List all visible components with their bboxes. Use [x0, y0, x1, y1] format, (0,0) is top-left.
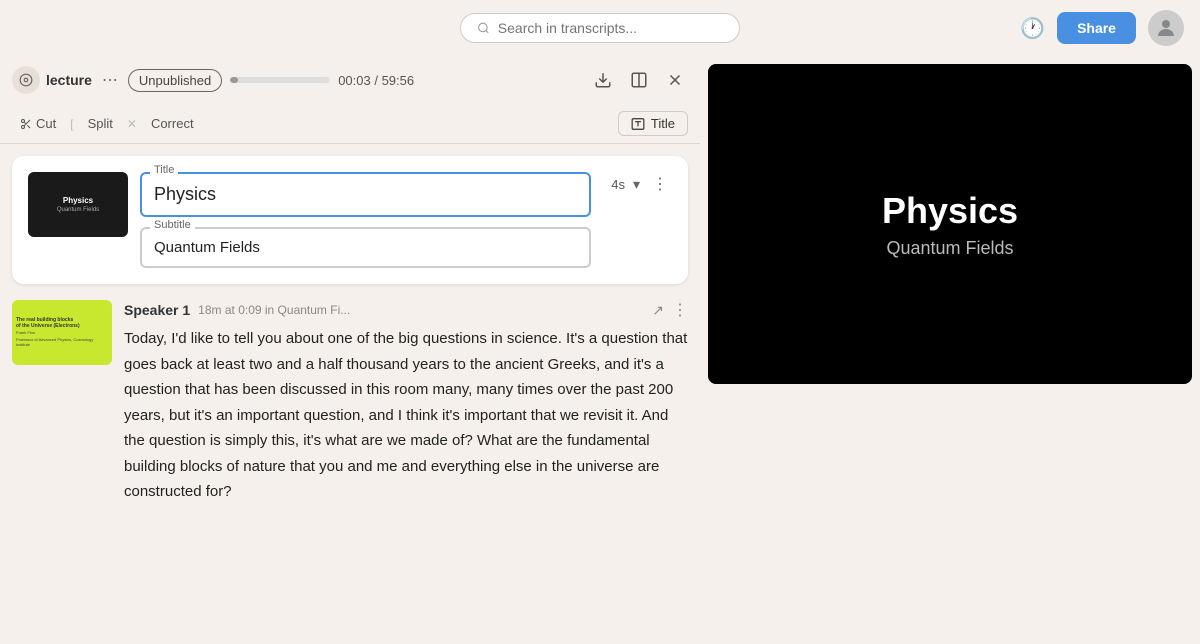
title-field-label: Title: [150, 164, 178, 176]
cut-button[interactable]: Cut: [12, 112, 64, 135]
toolbar: lecture ⋯ Unpublished 00:03 / 59:56: [0, 56, 700, 104]
close-icon: [666, 71, 684, 89]
download-button[interactable]: [590, 67, 616, 93]
speaker-meta: 18m at 0:09 in Quantum Fi...: [198, 303, 644, 317]
progress-fill: [230, 77, 238, 83]
cut-icon: [20, 118, 32, 130]
edit-toolbar: Cut [ Split ✕ Correct Title: [0, 104, 700, 144]
title-more-button[interactable]: ⋮: [648, 172, 672, 196]
title-button[interactable]: Title: [618, 111, 688, 136]
progress-bar[interactable]: [230, 77, 330, 83]
speaker-thumb-text3: Frank Finn: [16, 331, 108, 336]
duration-badge: 4s: [611, 177, 625, 192]
slide-thumbnail: Physics Quantum Fields: [28, 172, 128, 237]
preview-title: Physics: [882, 190, 1018, 232]
time-display: 00:03 / 59:56: [338, 73, 414, 88]
speaker-name: Speaker 1: [124, 302, 190, 318]
speaker-segment: The real building blocks of the Universe…: [12, 296, 688, 509]
top-bar-center: [405, 13, 794, 43]
layout-icon: [630, 71, 648, 89]
speaker-header: Speaker 1 18m at 0:09 in Quantum Fi... ↗…: [124, 300, 688, 320]
title-card: Physics Quantum Fields Title Subtitle 4s: [12, 156, 688, 284]
preview-container: Physics Quantum Fields: [708, 64, 1192, 384]
search-input[interactable]: [498, 20, 723, 36]
lecture-label: lecture: [46, 72, 92, 88]
title-fields: Title Subtitle: [140, 172, 591, 268]
subtitle-field-group: Subtitle: [140, 227, 591, 268]
share-button[interactable]: Share: [1057, 12, 1136, 44]
disc-icon: [19, 73, 33, 87]
title-meta: 4s ▾ ⋮: [611, 172, 672, 196]
close-button[interactable]: [662, 67, 688, 93]
subtitle-field-label: Subtitle: [150, 219, 195, 231]
duration-chevron[interactable]: ▾: [633, 176, 640, 193]
speaker-thumb-content: The real building blocks of the Universe…: [12, 313, 112, 351]
layout-button[interactable]: [626, 67, 652, 93]
speaker-content: Speaker 1 18m at 0:09 in Quantum Fi... ↗…: [124, 300, 688, 505]
speaker-thumbnail: The real building blocks of the Universe…: [12, 300, 112, 365]
separator-2: ✕: [125, 117, 139, 131]
main-content: lecture ⋯ Unpublished 00:03 / 59:56: [0, 56, 1200, 644]
title-input[interactable]: [140, 172, 591, 217]
subtitle-input[interactable]: [140, 227, 591, 268]
title-icon: [631, 117, 645, 131]
top-bar-right: 🕐 Share: [795, 10, 1184, 46]
status-badge[interactable]: Unpublished: [128, 69, 222, 92]
search-box[interactable]: [460, 13, 740, 43]
toolbar-left: lecture ⋯ Unpublished: [12, 66, 222, 94]
split-button[interactable]: Split: [80, 112, 121, 135]
download-icon: [594, 71, 612, 89]
left-panel: lecture ⋯ Unpublished 00:03 / 59:56: [0, 56, 700, 644]
speaker-more-button[interactable]: ⋮: [672, 300, 688, 320]
correct-button[interactable]: Correct: [143, 112, 202, 135]
preview-subtitle: Quantum Fields: [886, 238, 1013, 259]
avatar[interactable]: [1148, 10, 1184, 46]
thumb-title: Physics: [63, 196, 93, 205]
scroll-area[interactable]: Physics Quantum Fields Title Subtitle 4s: [0, 144, 700, 644]
external-link-button[interactable]: ↗: [652, 302, 664, 319]
search-icon: [477, 21, 490, 35]
right-panel: Physics Quantum Fields: [700, 56, 1200, 644]
speaker-thumb-text4: Professor of Advanced Physics, Cosmology…: [16, 338, 108, 348]
title-label: Title: [651, 116, 675, 131]
split-label: Split: [88, 116, 113, 131]
separator-1: [: [68, 117, 75, 131]
thumb-subtitle: Quantum Fields: [57, 207, 99, 213]
cut-label: Cut: [36, 116, 56, 131]
user-icon: [1154, 16, 1178, 40]
progress-bar-container: 00:03 / 59:56: [230, 73, 414, 88]
lecture-more-button[interactable]: ⋯: [98, 68, 122, 92]
clock-icon[interactable]: 🕐: [1020, 16, 1045, 41]
lecture-icon: [12, 66, 40, 94]
correct-label: Correct: [151, 116, 194, 131]
title-field-group: Title: [140, 172, 591, 217]
speaker-thumb-text2: of the Universe (Electrons): [16, 323, 108, 329]
toolbar-actions: [590, 67, 688, 93]
top-bar: 🕐 Share: [0, 0, 1200, 56]
speaker-text: Today, I'd like to tell you about one of…: [124, 326, 688, 505]
